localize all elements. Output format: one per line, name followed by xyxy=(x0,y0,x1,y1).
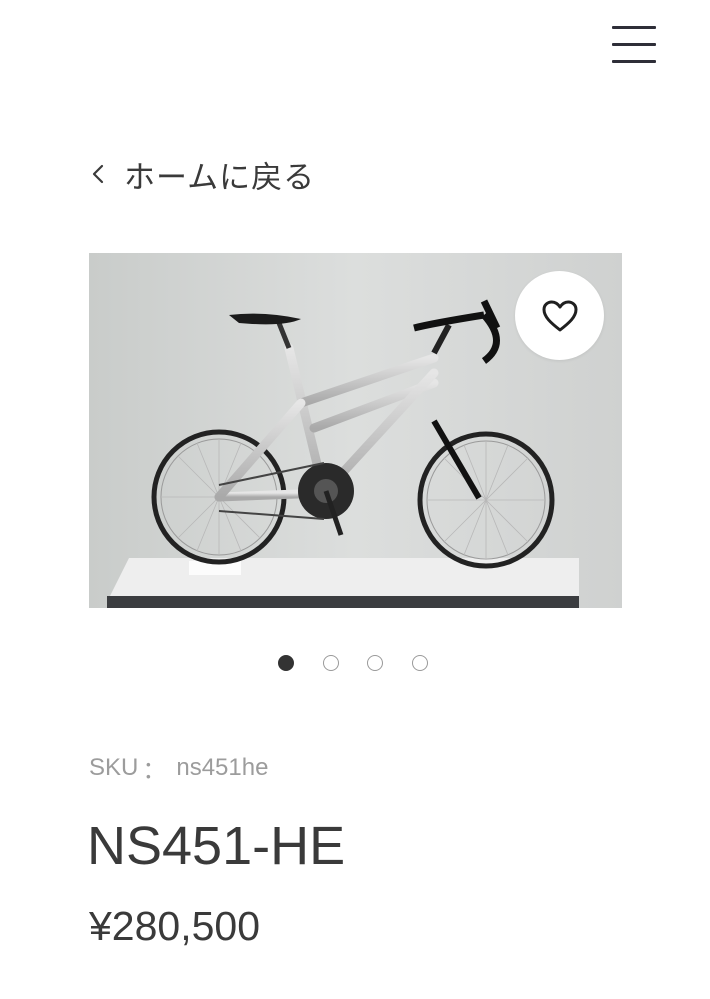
carousel-pagination xyxy=(278,655,428,677)
product-page: ホームに戻る SKU ： ns451he NS451-HE ¥280,500 xyxy=(0,0,710,999)
carousel-dot-3[interactable] xyxy=(367,655,383,671)
back-to-home-link[interactable]: ホームに戻る xyxy=(86,150,315,198)
back-link-label: ホームに戻る xyxy=(124,159,316,196)
sku-value: ns451he xyxy=(176,753,269,781)
sku-label: SKU xyxy=(89,753,139,781)
carousel-dot-4[interactable] xyxy=(411,655,428,671)
hamburger-menu-icon[interactable] xyxy=(606,22,658,68)
favorite-button[interactable] xyxy=(515,271,604,360)
menu-bar xyxy=(612,60,656,63)
heart-outline-icon xyxy=(542,300,577,331)
sku-separator: ： xyxy=(142,756,167,784)
product-name: NS451-HE xyxy=(87,816,346,876)
chevron-left-icon xyxy=(92,164,104,184)
sku-line: SKU ： ns451he xyxy=(89,750,268,785)
carousel-dot-2[interactable] xyxy=(322,655,339,671)
menu-bar xyxy=(612,26,656,29)
product-price: ¥280,500 xyxy=(89,903,261,949)
carousel-dot-1[interactable] xyxy=(278,655,294,671)
menu-bar xyxy=(612,43,656,46)
